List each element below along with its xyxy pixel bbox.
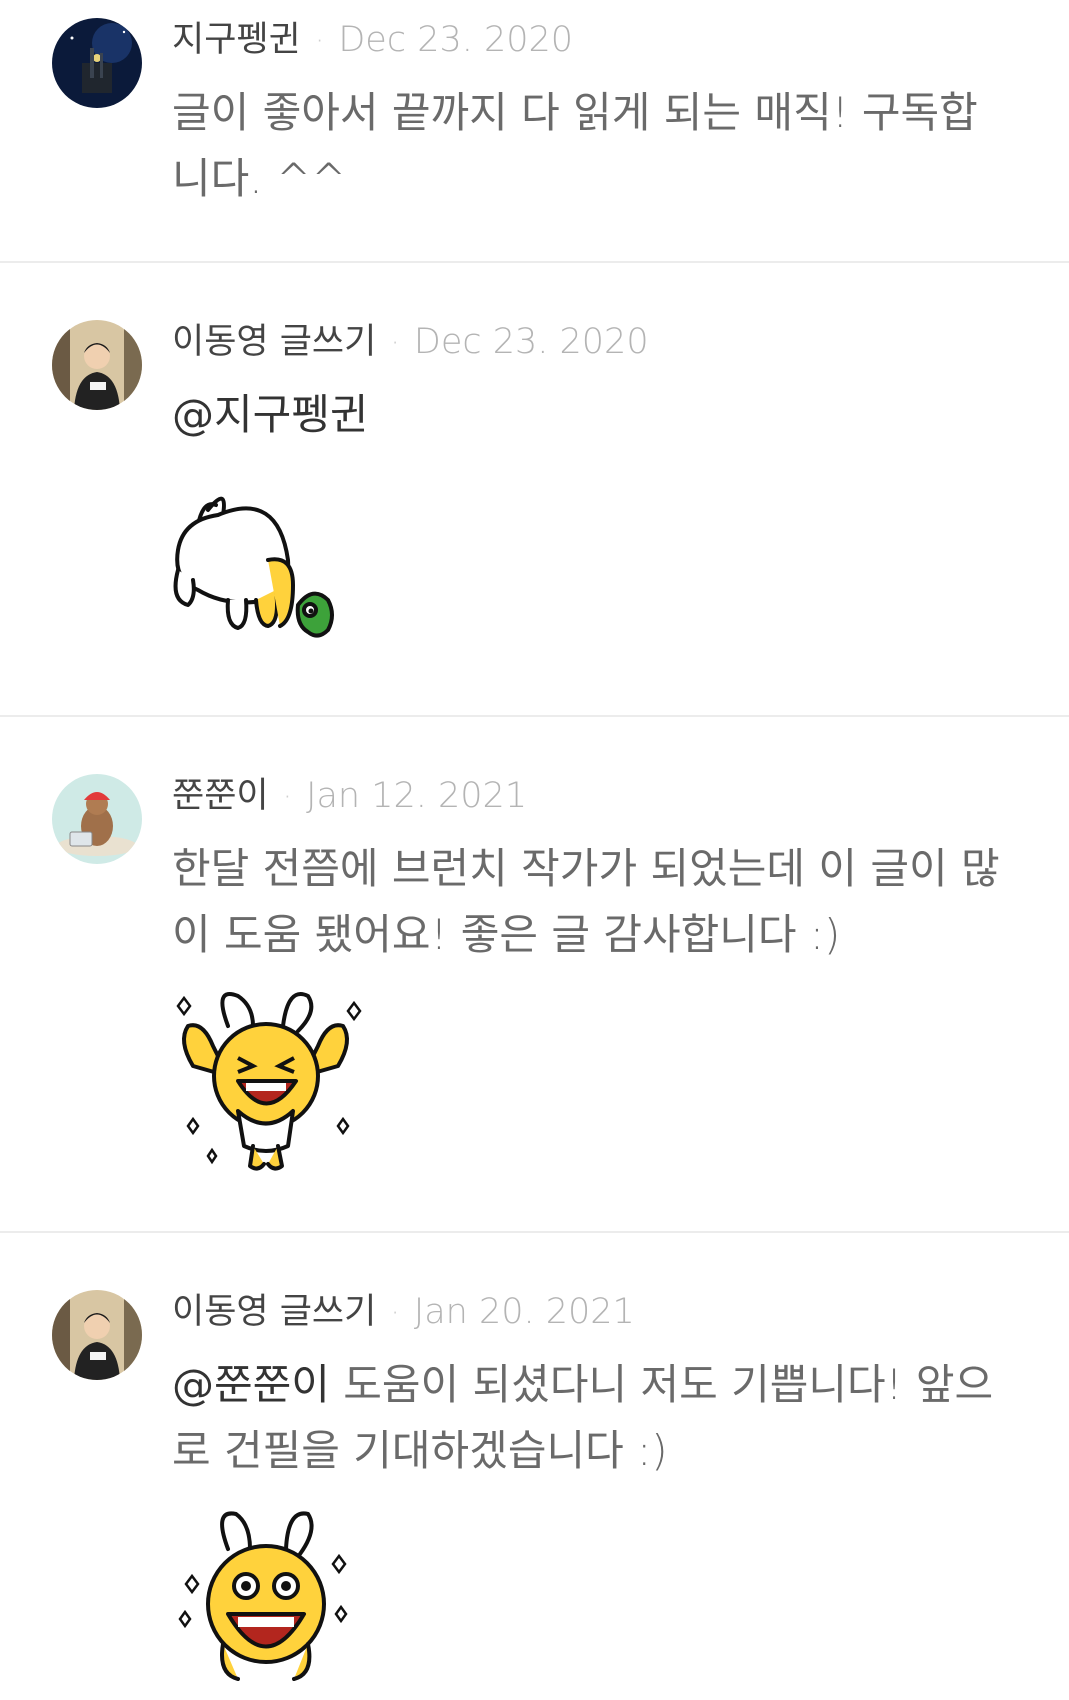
comment-text: 한달 전쯤에 브런치 작가가 되었는데 이 글이 많 이 도움 됐어요! 좋은 …	[172, 836, 1032, 968]
muzi-excited-sticker-icon	[178, 1511, 348, 1681]
comment-author[interactable]: 이동영 글쓰기	[172, 1292, 376, 1332]
comment-meta: 이동영 글쓰기 · Jan 20. 2021	[172, 1290, 635, 1336]
avatar-person-image	[52, 1290, 142, 1380]
meta-separator: ·	[390, 326, 400, 361]
comment-text-line: 한달 전쯤에 브런치 작가가 되었는데 이 글이 많	[172, 844, 1000, 893]
comment-author[interactable]: 이동영 글쓰기	[172, 322, 376, 362]
comment-text: 글이 좋아서 끝까지 다 읽게 되는 매직! 구독합 니다. ^^	[172, 80, 1032, 212]
comment-text-line: 니다. ^^	[172, 154, 347, 203]
comment-text: @쭌쭌이 도움이 되셨다니 저도 기쁩니다! 앞으 로 건필을 기대하겠습니다 …	[172, 1352, 1032, 1484]
avatar-illustration-image	[52, 774, 142, 864]
comment-text-line: 이 도움 됐어요! 좋은 글 감사합니다 :)	[172, 910, 841, 959]
sticker-image	[168, 480, 368, 654]
comment-meta: 지구펭귄 · Dec 23. 2020	[172, 18, 573, 64]
mention-link[interactable]: @쭌쭌이	[172, 1360, 330, 1409]
comment-author[interactable]: 쭌쭌이	[172, 776, 269, 816]
comment-date: Dec 23. 2020	[338, 20, 574, 60]
sticker-image	[168, 1504, 368, 1698]
comment-text-line: 글이 좋아서 끝까지 다 읽게 되는 매직! 구독합	[172, 88, 978, 137]
meta-separator: ·	[314, 24, 325, 59]
divider	[0, 715, 1069, 717]
avatar[interactable]	[52, 1290, 142, 1380]
ryan-sticker-icon	[173, 496, 334, 638]
comment-date: Dec 23. 2020	[413, 322, 649, 362]
avatar[interactable]	[52, 774, 142, 864]
divider	[0, 261, 1069, 263]
meta-separator: ·	[390, 1296, 400, 1331]
avatar-night-image	[52, 18, 142, 108]
sticker-image	[168, 986, 368, 1180]
mention-link[interactable]: @지구펭귄	[172, 390, 369, 439]
comment-date: Jan 20. 2021	[413, 1292, 635, 1332]
divider	[0, 1231, 1069, 1233]
muzi-cheering-sticker-icon	[176, 992, 362, 1171]
comment-meta: 쭌쭌이 · Jan 12. 2021	[172, 774, 527, 820]
comment-text: @지구펭귄	[172, 382, 1032, 448]
comment-date: Jan 12. 2021	[306, 776, 528, 816]
avatar[interactable]	[52, 320, 142, 410]
comment-text-line: 로 건필을 기대하겠습니다 :)	[172, 1426, 668, 1475]
comment-text-line: 도움이 되셨다니 저도 기쁩니다! 앞으	[329, 1360, 994, 1409]
avatar[interactable]	[52, 18, 142, 108]
comment-meta: 이동영 글쓰기 · Dec 23. 2020	[172, 320, 649, 366]
comment-author[interactable]: 지구펭귄	[172, 20, 301, 60]
meta-separator: ·	[282, 780, 293, 815]
avatar-person-image	[52, 320, 142, 410]
